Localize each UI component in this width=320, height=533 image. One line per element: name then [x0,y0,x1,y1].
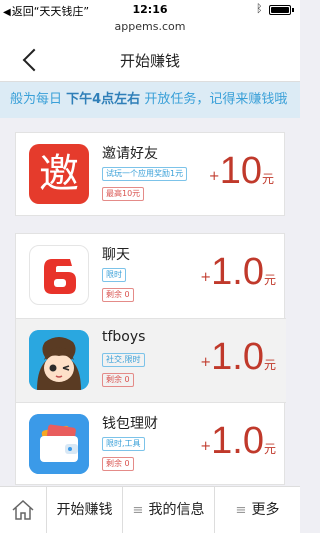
notice-suffix: 开放任务，记得来赚钱哦 [140,92,288,107]
tab-bar: 开始赚钱 ≡ 我的信息 ≡ 更多 [0,486,300,533]
category-tag: 限时 [102,268,126,282]
max-reward-tag: 最高10元 [102,187,145,201]
app-name: 聊天 [102,247,130,263]
remaining-tag: 剩余 0 [102,457,134,471]
reward-amount: +10元 [209,151,274,191]
app-name: 邀请好友 [102,146,158,162]
tab-home[interactable] [0,487,46,533]
notice-prefix: 般为每日 [10,92,67,107]
invite-icon: 邀 [29,144,89,204]
app-name: 钱包理财 [102,416,158,432]
battery-icon [269,5,294,15]
nav-bar: 开始赚钱 [0,38,300,82]
remaining-tag: 剩余 0 [102,288,134,302]
notice-highlight: 下午4点左右 [66,92,141,107]
app-task-list: 聊天 限时 剩余 0 +1.0元 tfboys 社交,限时 剩余 0 +1.0元 [15,233,286,486]
menu-icon: ≡ [132,503,144,518]
tab-my-info[interactable]: ≡ 我的信息 [122,487,214,533]
list-item[interactable]: tfboys 社交,限时 剩余 0 +1.0元 [16,318,286,402]
list-item[interactable]: 聊天 限时 剩余 0 +1.0元 [16,234,286,318]
remaining-tag: 剩余 0 [102,373,134,387]
tab-start-earning[interactable]: 开始赚钱 [46,487,122,533]
reward-amount: +1.0元 [200,336,276,378]
url-bar[interactable]: appems.com [0,20,300,38]
reward-amount: +1.0元 [200,420,276,462]
reward-value: 10 [219,150,262,192]
tfboys-app-icon [29,330,89,390]
tab-more-label: 更多 [251,502,280,518]
app-name: tfboys [102,329,146,345]
reward-unit: 元 [261,172,274,186]
notice-banner: 般为每日 下午4点左右 开放任务，记得来赚钱哦 [0,82,300,118]
status-bar: ◀返回“天天钱庄” 12:16 ᛒ [0,0,300,20]
wallet-app-icon [29,414,89,474]
category-tag: 社交,限时 [102,353,145,367]
menu-icon: ≡ [235,503,247,518]
page-title: 开始赚钱 [119,52,180,70]
bluetooth-icon: ᛒ [256,2,263,15]
tab-more[interactable]: ≡ 更多 [214,487,300,533]
clock: 12:16 [132,3,168,16]
tab-my-info-label: 我的信息 [148,502,205,518]
tab-start-earning-label: 开始赚钱 [56,502,113,518]
category-tag: 限时,工具 [102,437,145,451]
reward-rule-tag: 试玩一个应用奖励1元 [102,167,188,181]
reward-plus: + [208,169,220,184]
chat-app-icon [29,245,89,305]
reward-amount: +1.0元 [200,251,276,293]
home-icon [12,499,34,520]
url-text: appems.com [114,20,186,33]
invite-friends-card[interactable]: 邀 邀请好友 试玩一个应用奖励1元 最高10元 +10元 [15,132,285,216]
list-item[interactable]: 钱包理财 限时,工具 剩余 0 +1.0元 [16,402,286,486]
